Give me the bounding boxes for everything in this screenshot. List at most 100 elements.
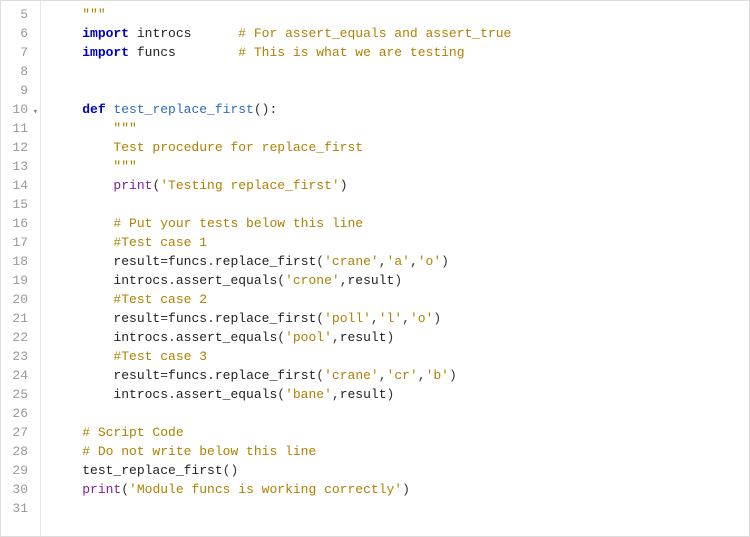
token-ws xyxy=(51,444,82,459)
token-ident: replace_first xyxy=(215,368,316,383)
token-str: 'crane' xyxy=(324,368,379,383)
token-punct: ( xyxy=(121,482,129,497)
token-str: 'crone' xyxy=(285,273,340,288)
token-punct: , xyxy=(340,273,348,288)
token-ident: assert_equals xyxy=(176,273,277,288)
line-number: 28 xyxy=(9,442,28,461)
code-line[interactable] xyxy=(51,81,749,100)
token-punct: , xyxy=(402,311,410,326)
code-line[interactable]: # Put your tests below this line xyxy=(51,214,749,233)
token-ident: result xyxy=(348,273,395,288)
token-comment: #Test case 2 xyxy=(113,292,207,307)
code-line[interactable]: introcs.assert_equals('bane',result) xyxy=(51,385,749,404)
token-ws xyxy=(51,235,113,250)
code-line[interactable]: """ xyxy=(51,157,749,176)
code-line[interactable]: #Test case 3 xyxy=(51,347,749,366)
token-punct: , xyxy=(410,254,418,269)
code-line[interactable]: """ xyxy=(51,119,749,138)
line-number: 17 xyxy=(9,233,28,252)
token-punct: ) xyxy=(441,254,449,269)
code-line[interactable]: # Do not write below this line xyxy=(51,442,749,461)
token-ident: replace_first xyxy=(215,311,316,326)
token-str: 'crane' xyxy=(324,254,379,269)
token-ident: assert_equals xyxy=(176,387,277,402)
token-ws xyxy=(51,7,82,22)
code-line[interactable]: """ xyxy=(51,5,749,24)
token-ident: result xyxy=(113,311,160,326)
token-punct: = xyxy=(160,368,168,383)
token-comment: # Script Code xyxy=(82,425,183,440)
line-number: 10▾ xyxy=(9,100,28,119)
token-punct: . xyxy=(207,311,215,326)
line-gutter: 5678910▾11121314151617181920212223242526… xyxy=(1,1,41,536)
code-line[interactable]: import funcs # This is what we are testi… xyxy=(51,43,749,62)
code-line[interactable]: introcs.assert_equals('pool',result) xyxy=(51,328,749,347)
token-punct: , xyxy=(332,330,340,345)
line-number: 24 xyxy=(9,366,28,385)
token-ident: introcs xyxy=(113,273,168,288)
token-punct: . xyxy=(207,254,215,269)
token-str: 'bane' xyxy=(285,387,332,402)
token-str: 'l' xyxy=(379,311,402,326)
token-ident: introcs xyxy=(137,26,192,41)
line-number: 5 xyxy=(9,5,28,24)
code-line[interactable]: print('Module funcs is working correctly… xyxy=(51,480,749,499)
code-line[interactable] xyxy=(51,404,749,423)
code-line[interactable] xyxy=(51,62,749,81)
code-line[interactable]: def test_replace_first(): xyxy=(51,100,749,119)
code-line[interactable]: #Test case 1 xyxy=(51,233,749,252)
fold-icon[interactable]: ▾ xyxy=(33,103,38,122)
token-ws xyxy=(129,26,137,41)
token-comment: #Test case 1 xyxy=(113,235,207,250)
code-line[interactable] xyxy=(51,195,749,214)
line-number: 11 xyxy=(9,119,28,138)
token-keyword: def xyxy=(82,102,105,117)
token-ident: test_replace_first xyxy=(82,463,222,478)
token-punct: ) xyxy=(387,330,395,345)
line-number: 23 xyxy=(9,347,28,366)
token-str: 'o' xyxy=(410,311,433,326)
code-line[interactable]: # Script Code xyxy=(51,423,749,442)
token-ws xyxy=(51,26,82,41)
token-punct: ( xyxy=(277,273,285,288)
token-str: 'b' xyxy=(426,368,449,383)
code-line[interactable]: introcs.assert_equals('crone',result) xyxy=(51,271,749,290)
code-line[interactable]: Test procedure for replace_first xyxy=(51,138,749,157)
token-ws xyxy=(51,482,82,497)
token-ws xyxy=(51,121,113,136)
token-docstr: """ xyxy=(113,121,136,136)
code-area[interactable]: """ import introcs # For assert_equals a… xyxy=(41,1,749,536)
token-ident: funcs xyxy=(168,254,207,269)
code-line[interactable]: result=funcs.replace_first('crane','a','… xyxy=(51,252,749,271)
token-ws xyxy=(51,178,113,193)
token-punct: . xyxy=(168,273,176,288)
code-line[interactable] xyxy=(51,499,749,518)
token-ws xyxy=(51,368,113,383)
token-keyword: import xyxy=(82,45,129,60)
line-number: 25 xyxy=(9,385,28,404)
token-punct: , xyxy=(332,387,340,402)
code-line[interactable]: result=funcs.replace_first('crane','cr',… xyxy=(51,366,749,385)
token-str: 'Testing replace_first' xyxy=(160,178,339,193)
token-str: 'pool' xyxy=(285,330,332,345)
line-number: 29 xyxy=(9,461,28,480)
code-line[interactable]: result=funcs.replace_first('poll','l','o… xyxy=(51,309,749,328)
code-editor[interactable]: 5678910▾11121314151617181920212223242526… xyxy=(0,0,750,537)
code-line[interactable]: import introcs # For assert_equals and a… xyxy=(51,24,749,43)
token-punct: , xyxy=(371,311,379,326)
token-punct: . xyxy=(168,330,176,345)
token-ws xyxy=(51,254,113,269)
code-line[interactable]: #Test case 2 xyxy=(51,290,749,309)
token-punct: , xyxy=(379,368,387,383)
line-number: 7 xyxy=(9,43,28,62)
code-line[interactable]: print('Testing replace_first') xyxy=(51,176,749,195)
line-number: 13 xyxy=(9,157,28,176)
code-line[interactable]: test_replace_first() xyxy=(51,461,749,480)
token-comment: # Do not write below this line xyxy=(82,444,316,459)
line-number: 16 xyxy=(9,214,28,233)
token-ws xyxy=(51,387,113,402)
token-ws xyxy=(51,311,113,326)
token-punct: ) xyxy=(340,178,348,193)
token-ident: introcs xyxy=(113,330,168,345)
token-ws xyxy=(51,102,82,117)
